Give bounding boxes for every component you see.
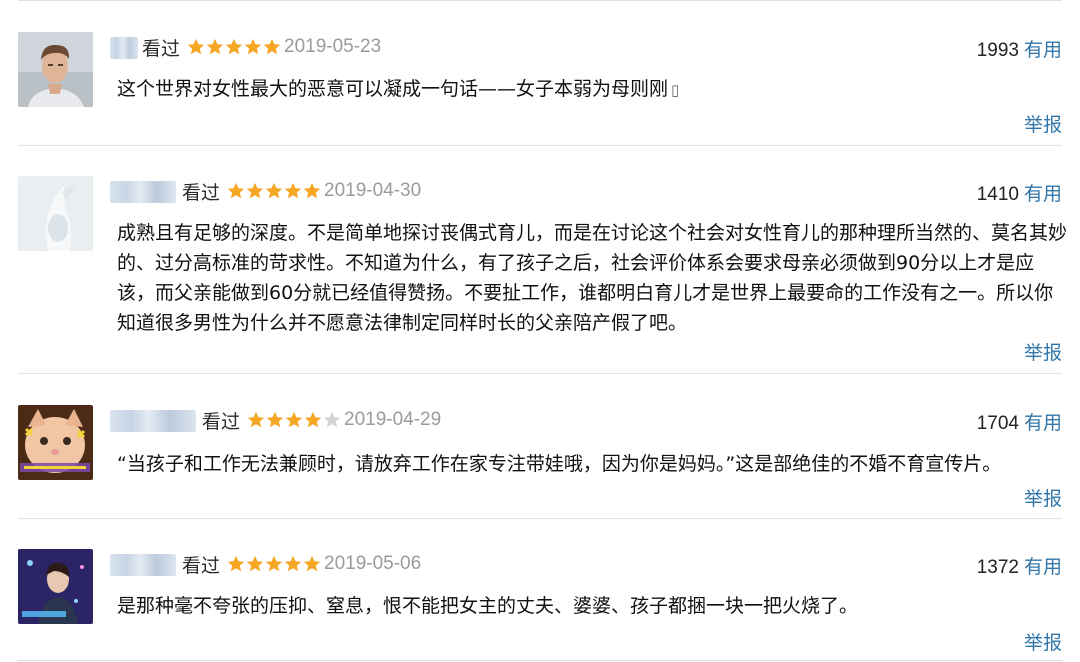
star-filled-icon [225,38,243,55]
review-content: “当孩子和工作无法兼顾时，请放弃工作在家专注带娃哦，因为你是妈妈。”这是部绝佳的… [117,449,1067,479]
report-link[interactable]: 举报 [1024,110,1062,137]
review-content: 成熟且有足够的深度。不是简单地探讨丧偶式育儿，而是在讨论这个社会对女性育儿的那种… [117,218,1067,338]
vote-area: 1372 有用 [977,552,1062,579]
star-filled-icon [244,38,262,55]
star-filled-icon [227,555,245,572]
review-date: 2019-04-30 [324,180,422,201]
watched-label: 看过 [182,555,221,577]
star-empty-icon [323,411,341,428]
star-filled-icon [227,182,245,199]
vote-area: 1410 有用 [977,179,1062,206]
username-blurred[interactable] [110,37,138,59]
star-filled-icon [285,411,303,428]
star-filled-icon [265,182,283,199]
avatar[interactable] [18,32,93,107]
review-divider [18,518,1062,519]
star-filled-icon [206,38,224,55]
star-filled-icon [303,555,321,572]
star-filled-icon [246,182,264,199]
useful-button[interactable]: 有用 [1024,39,1062,61]
review-content: 是那种毫不夸张的压抑、窒息，恨不能把女主的丈夫、婆婆、孩子都捆一块一把火烧了。 [117,591,1067,621]
rating-stars [227,555,321,573]
report-link[interactable]: 举报 [1024,628,1062,655]
star-filled-icon [303,182,321,199]
watched-label: 看过 [202,411,241,433]
top-divider [18,0,1062,1]
star-filled-icon [266,411,284,428]
review-divider [18,145,1062,146]
vote-area: 1704 有用 [977,408,1062,435]
useful-button[interactable]: 有用 [1024,183,1062,205]
useful-button[interactable]: 有用 [1024,556,1062,578]
star-filled-icon [284,182,302,199]
vote-count: 1410 [976,184,1019,205]
report-link[interactable]: 举报 [1024,338,1062,365]
review-text: 这个世界对女性最大的恶意可以凝成一句话——女子本弱为母则刚 [117,78,669,100]
useful-button[interactable]: 有用 [1024,412,1062,434]
vote-count: 1993 [976,40,1019,61]
review-text: 是那种毫不夸张的压抑、窒息，恨不能把女主的丈夫、婆婆、孩子都捆一块一把火烧了。 [117,595,859,617]
star-filled-icon [247,411,265,428]
rating-stars [247,411,341,429]
vote-count: 1704 [976,413,1019,434]
star-filled-icon [246,555,264,572]
device-icon: ▯ [671,81,680,99]
review-date: 2019-05-06 [324,553,422,574]
star-filled-icon [265,555,283,572]
rating-stars [187,38,281,56]
vote-area: 1993 有用 [977,35,1062,62]
star-filled-icon [263,38,281,55]
avatar[interactable] [18,176,93,251]
review-text: 成熟且有足够的深度。不是简单地探讨丧偶式育儿，而是在讨论这个社会对女性育儿的那种… [117,222,1068,334]
review-date: 2019-05-23 [284,36,382,57]
star-filled-icon [284,555,302,572]
watched-label: 看过 [142,38,181,60]
review-text: “当孩子和工作无法兼顾时，请放弃工作在家专注带娃哦，因为你是妈妈。”这是部绝佳的… [117,453,1002,475]
review-content: 这个世界对女性最大的恶意可以凝成一句话——女子本弱为母则刚 ▯ [117,74,1067,105]
star-filled-icon [187,38,205,55]
review-divider [18,373,1062,374]
username-blurred[interactable] [110,410,196,432]
review-date: 2019-04-29 [344,409,442,430]
report-link[interactable]: 举报 [1024,484,1062,511]
avatar[interactable] [18,549,93,624]
avatar[interactable] [18,405,93,480]
bottom-divider [18,660,1062,661]
username-blurred[interactable] [110,554,176,576]
vote-count: 1372 [976,557,1019,578]
star-filled-icon [304,411,322,428]
watched-label: 看过 [182,182,221,204]
rating-stars [227,182,321,200]
username-blurred[interactable] [110,181,176,203]
